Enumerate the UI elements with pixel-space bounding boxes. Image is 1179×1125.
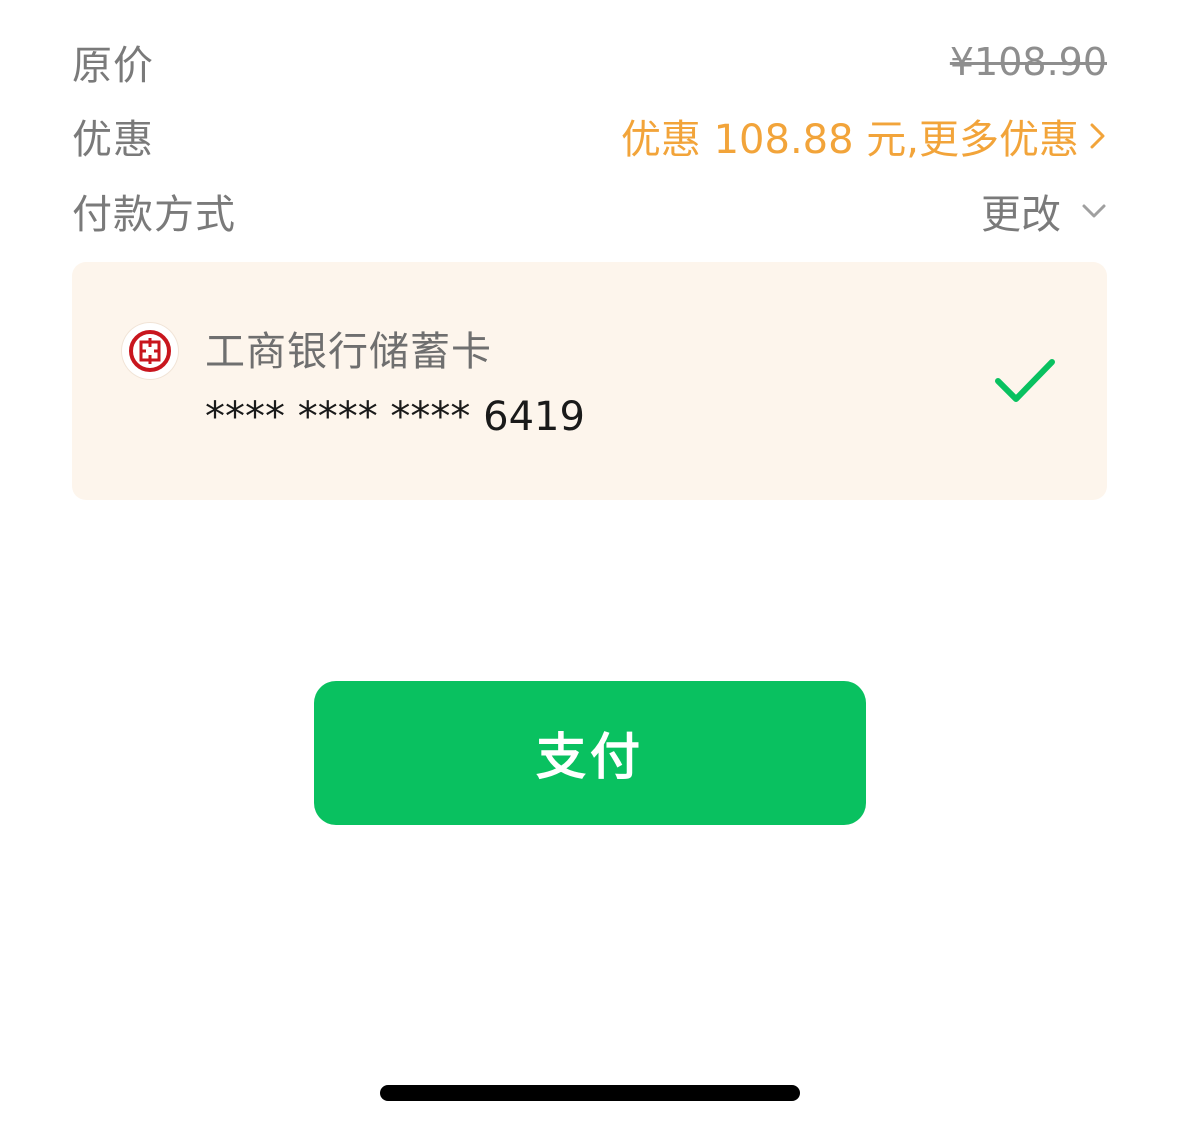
chevron-right-icon bbox=[1090, 123, 1105, 149]
original-price-row: 原价 ¥108.90 bbox=[72, 32, 1107, 92]
pay-button[interactable]: 支付 bbox=[314, 681, 866, 825]
checkmark-icon bbox=[995, 359, 1055, 402]
original-price-label: 原价 bbox=[72, 43, 154, 89]
original-price-value: ¥108.90 bbox=[949, 40, 1107, 84]
discount-label: 优惠 bbox=[72, 117, 154, 163]
selected-card-option[interactable]: 工商银行储蓄卡 **** **** **** 6419 bbox=[72, 262, 1107, 500]
discount-value: 优惠 108.88 元,更多优惠 bbox=[620, 117, 1079, 163]
icbc-logo-icon bbox=[122, 323, 178, 379]
discount-row: 优惠 优惠 108.88 元,更多优惠 bbox=[72, 106, 1107, 166]
payment-method-label: 付款方式 bbox=[72, 192, 236, 238]
bank-name: 工商银行储蓄卡 bbox=[205, 329, 492, 375]
more-discounts-link[interactable]: 优惠 108.88 元,更多优惠 bbox=[621, 107, 1107, 165]
payment-method-row: 付款方式 更改 bbox=[72, 181, 1107, 241]
change-payment-button[interactable]: 更改 bbox=[981, 182, 1107, 240]
chevron-down-icon bbox=[1082, 204, 1106, 218]
card-number: **** **** **** 6419 bbox=[205, 394, 585, 440]
change-label: 更改 bbox=[981, 192, 1061, 238]
home-indicator[interactable] bbox=[380, 1085, 800, 1101]
